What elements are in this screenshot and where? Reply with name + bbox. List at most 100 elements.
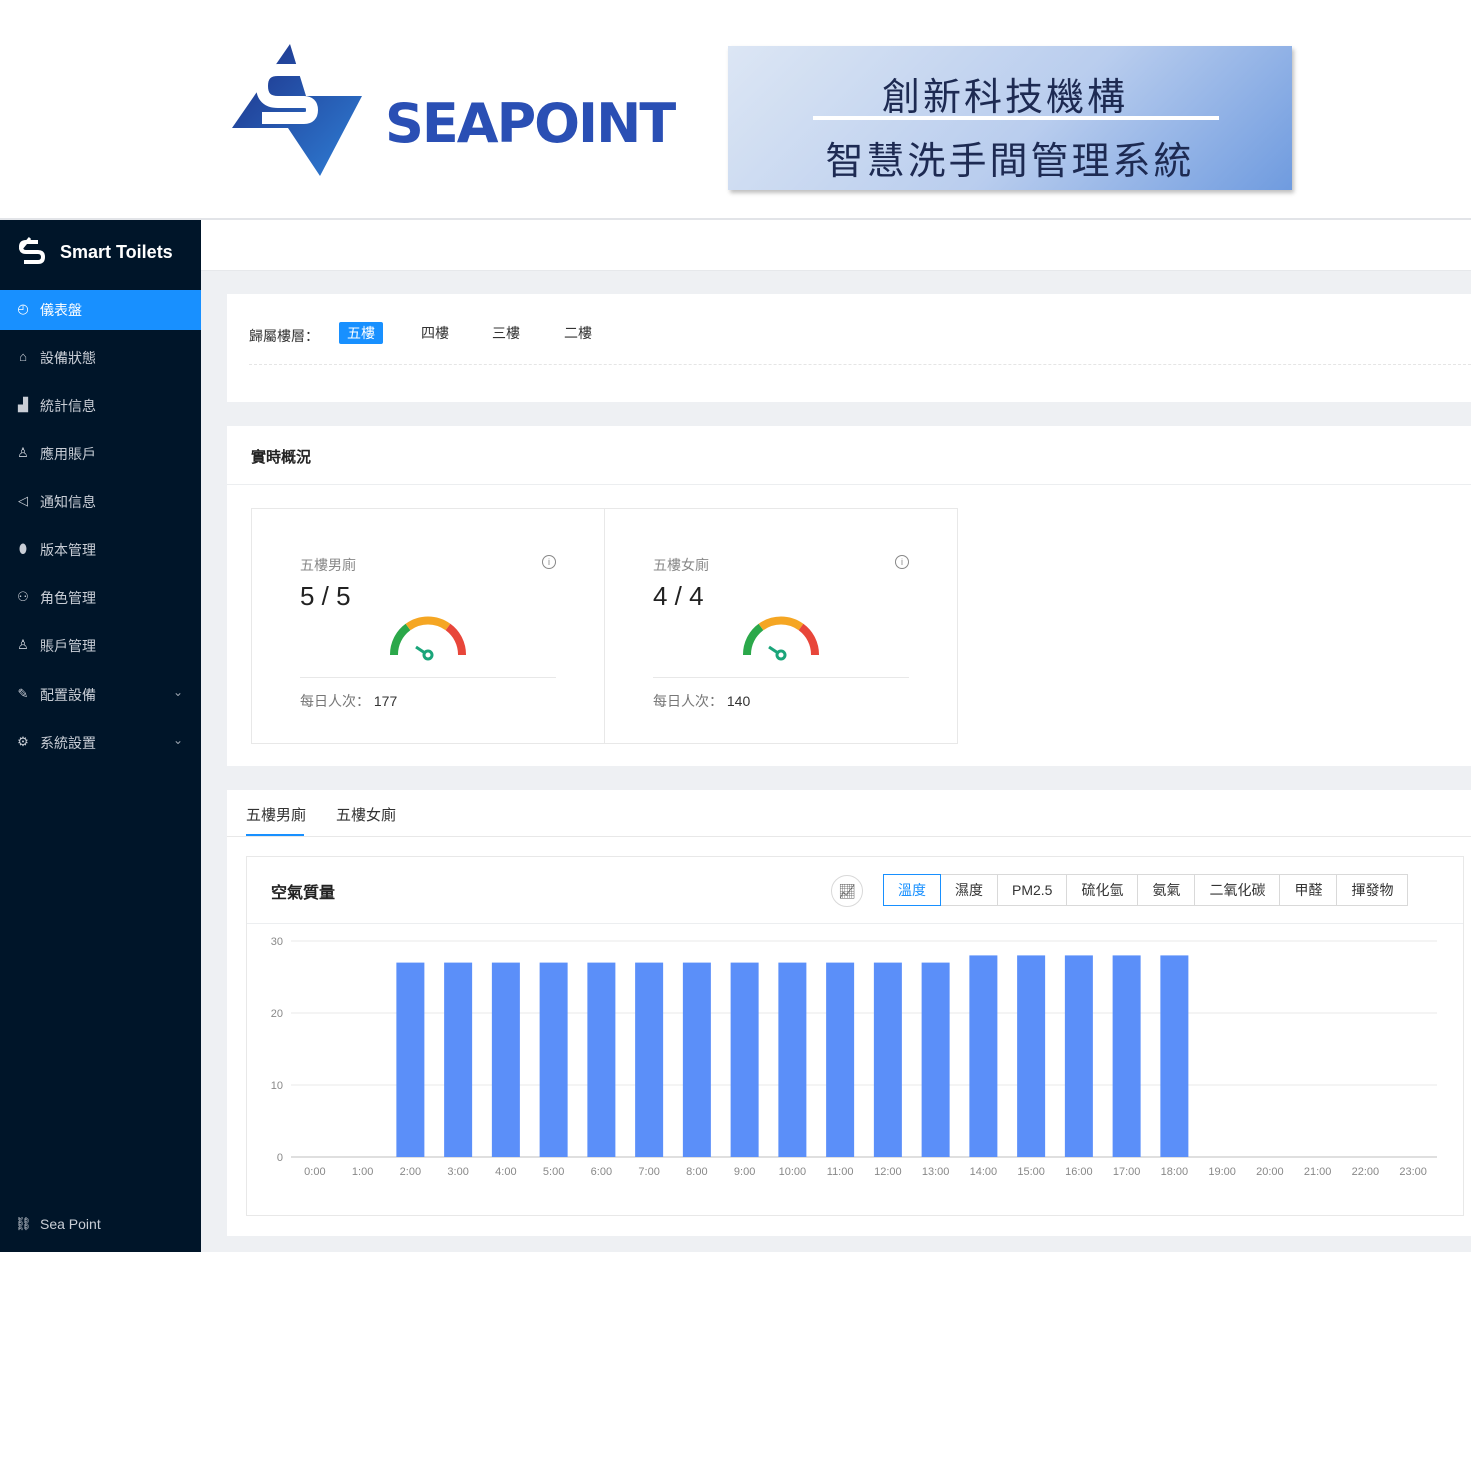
floor-filter-label: 歸屬樓層：: [249, 328, 319, 344]
info-icon[interactable]: i: [895, 555, 909, 569]
x-tick-label: 15:00: [1017, 1166, 1045, 1178]
divider: [247, 923, 1463, 924]
x-tick-label: 21:00: [1304, 1166, 1332, 1178]
team-icon: ⚇: [17, 589, 29, 604]
top-header-bar: [201, 220, 1471, 271]
x-tick-label: 7:00: [638, 1166, 659, 1178]
air-quality-bar-chart: 0 10 20 30 0:00 1:00 2:00 3:00 4:00 5:00 6:00 7:00 8…: [271, 936, 1437, 1178]
sidebar-item-system-settings[interactable]: ⚙ 系統設置 ⌄: [0, 723, 201, 763]
chevron-down-icon: ⌄: [172, 685, 183, 699]
floor-filter-card: 歸屬樓層： 五樓 四樓 三樓 二樓: [227, 294, 1471, 402]
metric-formaldehyde-button[interactable]: 甲醛: [1279, 874, 1338, 906]
x-tick-label: 16:00: [1065, 1166, 1093, 1178]
sidebar-item-accounts[interactable]: ♙ 賬戶管理: [0, 626, 201, 666]
system-title-box: 創新科技機構 智慧洗手間管理系統: [728, 46, 1292, 190]
bar[interactable]: [730, 962, 759, 1157]
title-divider: [813, 116, 1219, 120]
metric-h2s-button[interactable]: 硫化氫: [1066, 874, 1139, 906]
system-title: 智慧洗手間管理系統: [825, 139, 1195, 183]
sidebar-item-label: 儀表盤: [40, 302, 82, 318]
sidebar: Smart Toilets ◴ 儀表盤 ⌂ 設備狀態 ▟ 統計信息 ♙ 應用賬戶…: [0, 220, 201, 1254]
metric-pm25-button[interactable]: PM2.5: [997, 874, 1068, 906]
bar[interactable]: [491, 962, 520, 1157]
bar[interactable]: [1160, 955, 1189, 1157]
sidebar-item-roles[interactable]: ⚇ 角色管理: [0, 578, 201, 618]
app-logo-icon: [18, 237, 46, 264]
bar[interactable]: [778, 962, 807, 1157]
bar[interactable]: [682, 962, 711, 1157]
x-tick-label: 3:00: [447, 1166, 468, 1178]
sidebar-item-label: 統計信息: [40, 398, 96, 414]
sidebar-item-label: 通知信息: [40, 494, 96, 510]
sidebar-item-label: 系統設置: [40, 735, 96, 751]
bar[interactable]: [826, 962, 855, 1157]
x-tick-label: 22:00: [1352, 1166, 1380, 1178]
divider: [227, 836, 1471, 837]
x-tick-label: 10:00: [779, 1166, 807, 1178]
y-tick-label: 20: [271, 1008, 283, 1020]
air-quality-card: 空氣質量 📈︎ 溫度 濕度 PM2.5 硫化氫 氨氣 二氧化碳 甲醛 揮發物 0…: [246, 856, 1464, 1216]
metric-temperature-button[interactable]: 溫度: [883, 874, 941, 906]
sidebar-item-label: 配置設備: [40, 687, 96, 703]
daily-visits: 每日人次： 177: [300, 691, 397, 711]
sidebar-item-device-status[interactable]: ⌂ 設備狀態: [0, 338, 201, 378]
bar[interactable]: [635, 962, 664, 1157]
sidebar-header[interactable]: Smart Toilets: [0, 220, 201, 288]
dashed-divider: [249, 364, 1471, 365]
metric-co2-button[interactable]: 二氧化碳: [1194, 874, 1281, 906]
bar-chart-icon: ▟: [18, 397, 28, 412]
metric-ammonia-button[interactable]: 氨氣: [1137, 874, 1196, 906]
bar[interactable]: [587, 962, 616, 1157]
metric-humidity-button[interactable]: 濕度: [940, 874, 998, 906]
x-tick-label: 5:00: [543, 1166, 564, 1178]
bar[interactable]: [921, 962, 950, 1157]
x-tick-label: 6:00: [591, 1166, 612, 1178]
floor-tab-2f[interactable]: 二樓: [556, 322, 600, 344]
x-tick-label: 13:00: [922, 1166, 950, 1178]
sidebar-item-version[interactable]: ⬮ 版本管理: [0, 530, 201, 570]
x-tick-label: 12:00: [874, 1166, 902, 1178]
sidebar-item-configure-devices[interactable]: ✎ 配置設備 ⌄: [0, 675, 201, 715]
user-icon: ♙: [17, 637, 29, 652]
metric-voc-button[interactable]: 揮發物: [1336, 874, 1409, 906]
sidebar-footer-link[interactable]: ⛓ Sea Point: [0, 1210, 201, 1240]
version-icon: ⬮: [18, 541, 28, 556]
sidebar-item-notifications[interactable]: ◁ 通知信息: [0, 482, 201, 522]
x-tick-label: 17:00: [1113, 1166, 1141, 1178]
air-quality-section: 五樓男廁 五樓女廁 空氣質量 📈︎ 溫度 濕度 PM2.5 硫化氫 氨氣 二氧化…: [227, 790, 1471, 1236]
floor-tab-3f[interactable]: 三樓: [484, 322, 528, 344]
occupancy-value: 4 / 4: [653, 581, 704, 611]
bar[interactable]: [873, 962, 902, 1157]
divider: [653, 677, 909, 678]
floor-tab-5f[interactable]: 五樓: [339, 322, 383, 344]
bar[interactable]: [969, 955, 998, 1157]
bar[interactable]: [1064, 955, 1093, 1157]
organization-title: 創新科技機構: [881, 75, 1128, 119]
bar[interactable]: [444, 962, 473, 1157]
divider: [227, 484, 1471, 485]
bar[interactable]: [1017, 955, 1046, 1157]
x-tick-label: 4:00: [495, 1166, 516, 1178]
sidebar-item-label: 版本管理: [40, 542, 96, 558]
tab-women-restroom[interactable]: 五樓女廁: [336, 804, 396, 825]
x-tick-label: 0:00: [304, 1166, 325, 1178]
tab-men-restroom[interactable]: 五樓男廁: [246, 804, 306, 825]
sidebar-item-label: 設備狀態: [40, 350, 96, 366]
page-bottom: [0, 1252, 1471, 1471]
sidebar-item-statistics[interactable]: ▟ 統計信息: [0, 386, 201, 426]
bar[interactable]: [1112, 955, 1141, 1157]
x-tick-label: 23:00: [1399, 1166, 1427, 1178]
daily-visits-value: 177: [373, 693, 398, 709]
floor-tab-4f[interactable]: 四樓: [413, 322, 457, 344]
sidebar-item-dashboard[interactable]: ◴ 儀表盤: [0, 290, 201, 330]
x-tick-label: 1:00: [352, 1166, 373, 1178]
sidebar-item-app-accounts[interactable]: ♙ 應用賬戶: [0, 434, 201, 474]
bar[interactable]: [539, 962, 568, 1157]
y-tick-label: 10: [271, 1080, 283, 1092]
bar[interactable]: [396, 962, 425, 1157]
divider: [300, 677, 556, 678]
x-tick-label: 11:00: [827, 1166, 854, 1178]
daily-visits-label: 每日人次：: [653, 693, 723, 709]
line-chart-icon[interactable]: 📈︎: [831, 875, 863, 907]
info-icon[interactable]: i: [542, 555, 556, 569]
